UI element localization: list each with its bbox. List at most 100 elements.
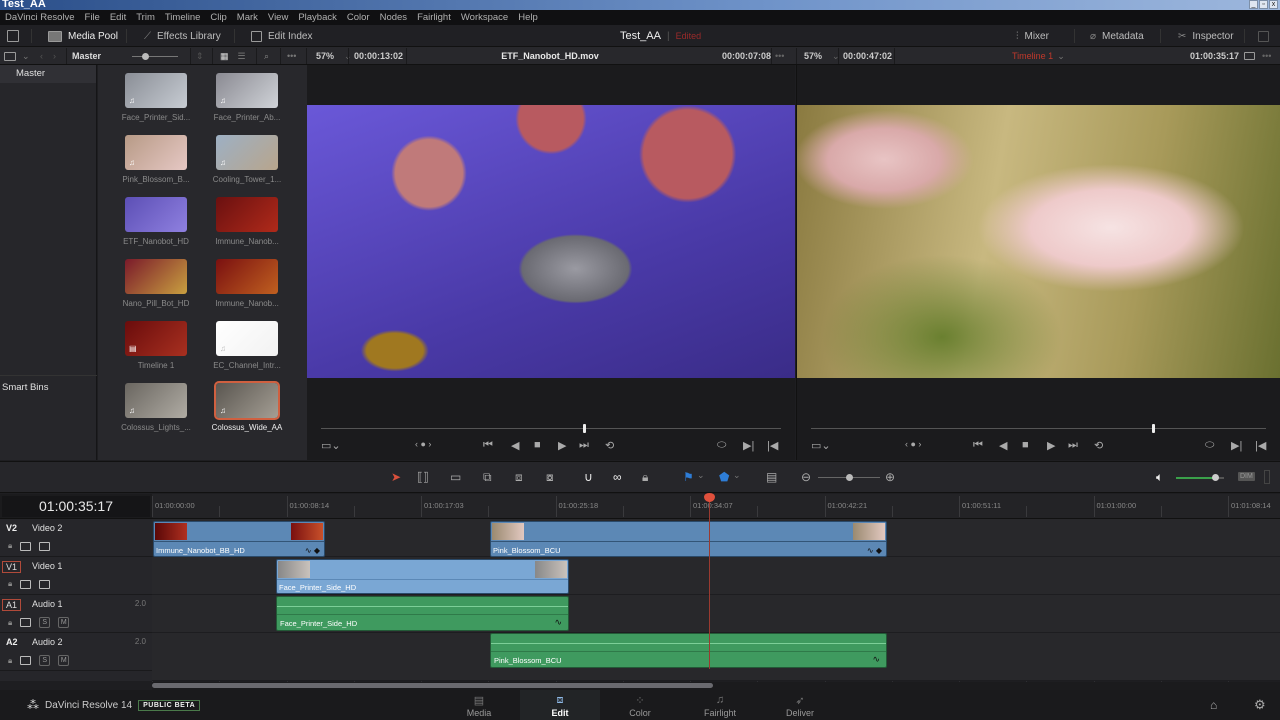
media-pool-clip[interactable]: ♫ Colossus_Lights_...: [116, 383, 196, 432]
curve-keyframe-icon[interactable]: ∿ ◆: [867, 546, 882, 555]
marker-icon[interactable]: ⬟: [719, 470, 729, 484]
track-visibility-icon[interactable]: [39, 541, 51, 551]
menu-workspace[interactable]: Workspace: [456, 12, 513, 23]
smart-bins-header[interactable]: Smart Bins: [0, 375, 97, 399]
stop-button[interactable]: ■: [1022, 439, 1029, 451]
media-pool-clip[interactable]: ▤ Timeline 1: [116, 321, 196, 370]
media-pool-button[interactable]: Media Pool: [48, 25, 118, 47]
track-target-a1[interactable]: A1: [2, 599, 22, 611]
media-pool-clip[interactable]: Nano_Pill_Bot_HD: [116, 259, 196, 308]
insert-clip-icon[interactable]: ⧉: [483, 470, 492, 485]
metadata-button[interactable]: ⌀ Metadata: [1090, 25, 1144, 47]
flag-icon[interactable]: ⚑: [683, 470, 694, 484]
timeline-clip-audio[interactable]: Pink_Blossom_BCU ∿: [490, 633, 887, 668]
marker-dropdown-icon[interactable]: ⌄: [733, 470, 741, 481]
effects-library-button[interactable]: ⟋ Effects Library: [144, 25, 221, 47]
source-zoom-select[interactable]: 57%: [316, 51, 334, 61]
timeline-viewer-options-icon[interactable]: •••: [1262, 47, 1271, 65]
sort-icon[interactable]: ⇕: [196, 47, 204, 65]
mute-button[interactable]: M: [58, 617, 70, 628]
viewer-mode-icon[interactable]: [1244, 52, 1255, 60]
more-options-icon[interactable]: •••: [287, 47, 296, 65]
source-playhead-handle[interactable]: [583, 424, 587, 433]
curve-icon[interactable]: ∿: [554, 617, 562, 628]
menu-playback[interactable]: Playback: [293, 12, 342, 23]
go-to-start-button[interactable]: ⏮: [973, 439, 983, 452]
settings-gear-icon[interactable]: ⚙: [1254, 697, 1266, 713]
close-button[interactable]: x: [1269, 0, 1278, 9]
minimize-button[interactable]: _: [1249, 0, 1258, 9]
trim-tool-icon[interactable]: ⟦⟧: [417, 470, 429, 484]
viewer-overlay-icon[interactable]: ▭⌄: [811, 439, 831, 452]
solo-button[interactable]: S: [39, 617, 51, 628]
timeline-clip-audio[interactable]: Face_Printer_Side_HD ∿: [276, 596, 569, 631]
chevron-down-icon[interactable]: ⌄: [22, 51, 30, 62]
play-button[interactable]: ▶: [558, 439, 566, 452]
bin-list-toggle-icon[interactable]: [4, 51, 16, 61]
jog-control[interactable]: ‹ ● ›: [905, 439, 921, 449]
overwrite-clip-icon[interactable]: ⧈: [515, 470, 523, 485]
timeline-view-options-icon[interactable]: ▤: [766, 470, 777, 484]
back-arrow-icon[interactable]: ‹: [40, 51, 43, 61]
play-reverse-button[interactable]: ◀: [511, 439, 519, 452]
edit-index-button[interactable]: Edit Index: [251, 25, 312, 47]
auto-select-icon[interactable]: [20, 618, 32, 627]
linked-selection-icon[interactable]: ∞: [613, 470, 622, 484]
blade-tool-icon[interactable]: ▭: [450, 470, 461, 484]
page-tab-fairlight[interactable]: ♫ Fairlight: [680, 690, 760, 720]
go-to-end-button[interactable]: ⏭: [579, 439, 589, 452]
timeline-playhead[interactable]: [704, 493, 715, 669]
list-view-icon[interactable]: ☰: [238, 51, 246, 62]
dim-button[interactable]: DIM: [1238, 472, 1255, 481]
play-reverse-button[interactable]: ◀: [999, 439, 1007, 452]
home-icon[interactable]: ⌂: [1210, 698, 1217, 712]
media-pool-clip[interactable]: Immune_Nanob...: [207, 259, 287, 308]
flag-dropdown-icon[interactable]: ⌄: [697, 470, 705, 481]
lock-icon[interactable]: 🔒︎: [8, 541, 12, 551]
media-pool-clip[interactable]: ♫ Face_Printer_Sid...: [116, 73, 196, 122]
source-scrubber[interactable]: [321, 424, 781, 433]
lock-icon[interactable]: 🔒︎: [8, 618, 12, 628]
menu-fairlight[interactable]: Fairlight: [412, 12, 456, 23]
lock-icon[interactable]: 🔒︎: [8, 579, 12, 589]
menu-mark[interactable]: Mark: [232, 12, 263, 23]
zoom-out-icon[interactable]: ⊖: [801, 470, 811, 484]
search-icon[interactable]: ⌕: [264, 47, 269, 65]
media-pool-clip[interactable]: ETF_Nanobot_HD: [116, 197, 196, 246]
page-tab-deliver[interactable]: ➶ Deliver: [760, 690, 840, 720]
inspector-button[interactable]: ✂ Inspector: [1178, 25, 1234, 47]
timeline-clip-video[interactable]: Face_Printer_Side_HD: [276, 559, 569, 594]
page-tab-media[interactable]: ▤ Media: [439, 690, 519, 720]
timeline-zoom-slider[interactable]: [818, 474, 880, 481]
go-to-start-button[interactable]: ⏮: [483, 439, 493, 452]
forward-arrow-icon[interactable]: ›: [53, 51, 56, 61]
source-video-frame[interactable]: [307, 105, 795, 378]
menu-help[interactable]: Help: [513, 12, 543, 23]
loop-button[interactable]: ⟲: [605, 439, 614, 452]
menu-clip[interactable]: Clip: [205, 12, 231, 23]
curve-keyframe-icon[interactable]: ∿ ◆: [305, 546, 320, 555]
timeline-zoom-select[interactable]: 57%: [804, 51, 822, 61]
maximize-button[interactable]: ▫: [1259, 0, 1268, 9]
track-name[interactable]: Video 1: [32, 561, 62, 571]
clip-view-icon[interactable]: ▭⌄: [321, 439, 341, 452]
menu-trim[interactable]: Trim: [131, 12, 160, 23]
solo-button[interactable]: S: [39, 655, 51, 666]
timeline-clip-video[interactable]: Immune_Nanobot_BB_HD ∿ ◆: [153, 521, 325, 557]
curve-icon[interactable]: ∿: [872, 654, 880, 665]
track-visibility-icon[interactable]: [39, 579, 51, 589]
mark-out-button[interactable]: |◀: [767, 439, 778, 452]
lock-icon[interactable]: 🔒︎: [8, 656, 12, 666]
track-name[interactable]: Video 2: [32, 523, 62, 533]
mixer-button[interactable]: ⫶ Mixer: [1016, 25, 1049, 47]
auto-select-icon[interactable]: [20, 656, 32, 665]
menu-timeline[interactable]: Timeline: [160, 12, 206, 23]
go-to-end-button[interactable]: ⏭: [1068, 439, 1078, 452]
timeline-select[interactable]: Timeline 1 ⌄: [1012, 47, 1065, 65]
auto-select-icon[interactable]: [20, 579, 32, 589]
loop-button[interactable]: ⟲: [1094, 439, 1103, 452]
zoom-in-icon[interactable]: ⊕: [885, 470, 895, 484]
timeline-scrubber[interactable]: [811, 424, 1266, 433]
page-tab-edit[interactable]: ⧈ Edit: [520, 690, 600, 720]
play-button[interactable]: ▶: [1047, 439, 1055, 452]
